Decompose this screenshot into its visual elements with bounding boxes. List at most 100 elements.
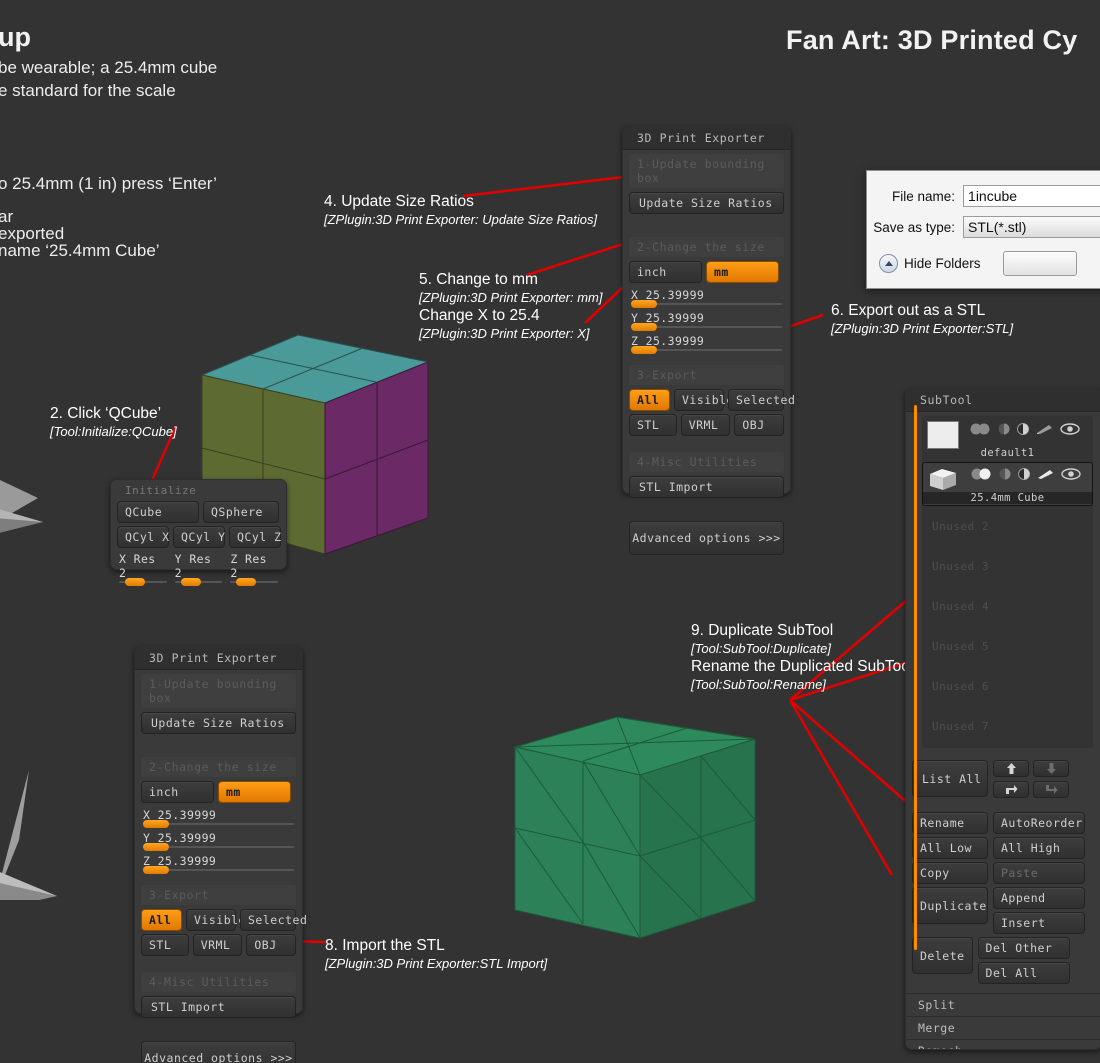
subtool-list-scrollbar[interactable] [914,405,917,950]
size-y-slider-bottom[interactable]: Y 25.39999 [135,831,302,851]
subtitle-line-2: e standard for the scale [0,81,176,100]
append-button[interactable]: Append [993,887,1085,909]
hide-folders-label[interactable]: Hide Folders [904,256,981,271]
size-x-slider-top[interactable]: X 25.39999 [623,288,790,308]
qcyl-y-button[interactable]: QCyl Y [173,526,225,548]
size-y-slider-top[interactable]: Y 25.39999 [623,311,790,331]
mesh-spike-bottom-icon [0,770,57,900]
format-stl-button-bottom[interactable]: STL [141,934,189,956]
polypaint-brush-icon[interactable] [1036,423,1054,435]
format-stl-button-top[interactable]: STL [629,414,677,436]
unit-inch-button-bottom[interactable]: inch [141,781,214,803]
submenu-merge[interactable]: Merge [906,1016,1100,1039]
eye-visibility-icon[interactable] [1061,468,1081,480]
duplicate-button[interactable]: Duplicate [912,887,988,924]
unit-mm-button-top[interactable]: mm [706,261,779,283]
save-file-dialog: File name: 1incube Save as type: STL(*.s… [866,170,1100,289]
copy-button[interactable]: Copy [912,862,988,884]
hide-folders-chevron-up-icon[interactable] [879,254,898,273]
z-res-slider[interactable]: Z Res 2 [228,552,280,586]
move-right-up-button[interactable] [993,781,1029,798]
half-shade-icon[interactable] [999,468,1012,480]
scope-all-button-bottom[interactable]: All [141,909,182,931]
size-z-slider-top[interactable]: Z 25.39999 [623,334,790,354]
subtitle-line-1: be wearable; a 25.4mm cube [0,58,218,77]
half-shade-icon[interactable] [998,423,1011,435]
size-x-slider-bottom[interactable]: X 25.39999 [135,808,302,828]
annotation-step-4: 4. Update Size Ratios [ZPlugin:3D Print … [324,192,597,228]
qcyl-x-button[interactable]: QCyl X [117,526,169,548]
annotation-step-9-title: 9. Duplicate SubTool [691,622,834,639]
rename-button[interactable]: Rename [912,812,988,834]
submenu-remesh[interactable]: Remesh [906,1039,1100,1049]
annotation-step-8-title: 8. Import the STL [325,937,445,954]
size-z-slider-bottom[interactable]: Z 25.39999 [135,854,302,874]
qcube-button[interactable]: QCube [117,501,199,523]
annotation-step-2-title: 2. Click ‘QCube’ [50,405,162,422]
visibility-toggle-icon[interactable] [971,468,993,480]
arrow-up-icon [1006,763,1016,774]
del-other-button[interactable]: Del Other [977,937,1070,959]
del-all-button[interactable]: Del All [977,962,1070,984]
polypaint-brush-icon[interactable] [1037,468,1055,480]
subtool-list-scrollthumb[interactable] [914,405,917,950]
format-vrml-button-top[interactable]: VRML [680,414,731,436]
x-res-label: X Res 2 [119,552,156,580]
subtool-slot-unused-5[interactable]: Unused 5 [922,628,1093,668]
subtool-list-item-cube[interactable]: 25.4mm Cube [922,462,1093,506]
visibility-toggle-icon[interactable] [970,423,992,435]
subtool-slot-unused-6[interactable]: Unused 6 [922,668,1093,708]
annotation-step-4-path: [ZPlugin:3D Print Exporter: Update Size … [324,212,598,227]
all-low-button[interactable]: All Low [912,837,988,859]
unit-mm-button-bottom[interactable]: mm [218,781,291,803]
z-res-label: Z Res 2 [230,552,267,580]
move-right-down-button[interactable] [1033,781,1069,798]
move-down-button[interactable] [1033,760,1069,777]
submenu-split[interactable]: Split [906,993,1100,1016]
section-misc-utilities-bottom: 4-Misc Utilities [141,972,296,992]
format-obj-button-bottom[interactable]: OBJ [246,934,296,956]
subtool-slot-unused-4[interactable]: Unused 4 [922,588,1093,628]
dialog-action-button[interactable] [1002,251,1077,276]
move-up-button[interactable] [993,760,1029,777]
update-size-ratios-button-bottom[interactable]: Update Size Ratios [141,712,296,734]
stl-import-button-top[interactable]: STL Import [629,476,784,498]
insert-button[interactable]: Insert [993,912,1085,934]
scope-selected-button-bottom[interactable]: Selected [240,909,307,931]
advanced-options-button-top[interactable]: Advanced options >>> [629,521,784,555]
format-obj-button-top[interactable]: OBJ [734,414,784,436]
contrast-icon[interactable] [1018,468,1031,480]
annotation-step-9-path-2: [Tool:SubTool:Rename] [691,677,826,692]
scope-selected-button-top[interactable]: Selected [728,389,795,411]
delete-button[interactable]: Delete [912,937,973,974]
annotation-step-6-path: [ZPlugin:3D Print Exporter:STL] [831,321,1014,336]
unit-inch-button-top[interactable]: inch [629,261,702,283]
annotation-step-9-path: [Tool:SubTool:Duplicate] [691,641,831,656]
note-line-1: o 25.4mm (1 in) press ‘Enter’ [0,174,217,193]
scope-all-button-top[interactable]: All [629,389,670,411]
eye-visibility-icon[interactable] [1060,423,1080,435]
y-res-slider[interactable]: Y Res 2 [173,552,225,586]
scope-visible-button-bottom[interactable]: Visible [186,909,245,931]
subtool-slot-unused-2[interactable]: Unused 2 [922,508,1093,548]
file-name-input[interactable]: 1incube [963,185,1100,207]
all-high-button[interactable]: All High [993,837,1085,859]
qcyl-z-button[interactable]: QCyl Z [229,526,281,548]
scope-visible-button-top[interactable]: Visible [674,389,733,411]
stl-import-button-bottom[interactable]: STL Import [141,996,296,1018]
qsphere-button[interactable]: QSphere [203,501,279,523]
subtool-slot-unused-7[interactable]: Unused 7 [922,708,1093,748]
list-all-button[interactable]: List All [912,760,988,797]
x-res-slider[interactable]: X Res 2 [117,552,169,586]
format-vrml-button-bottom[interactable]: VRML [192,934,243,956]
section-misc-utilities-top: 4-Misc Utilities [629,452,784,472]
save-as-type-select[interactable]: STL(*.stl) [963,216,1100,238]
print-exporter-panel-top: 3D Print Exporter 1-Update bounding box … [622,126,795,555]
subtool-list-item-default1[interactable]: default1 [922,418,1093,460]
subtool-slot-unused-3[interactable]: Unused 3 [922,548,1093,588]
autoreorder-button[interactable]: AutoReorder [993,812,1085,834]
contrast-icon[interactable] [1017,423,1030,435]
advanced-options-button-bottom[interactable]: Advanced options >>> [141,1041,296,1063]
mesh-spike-top-icon [0,509,43,533]
update-size-ratios-button-top[interactable]: Update Size Ratios [629,192,784,214]
